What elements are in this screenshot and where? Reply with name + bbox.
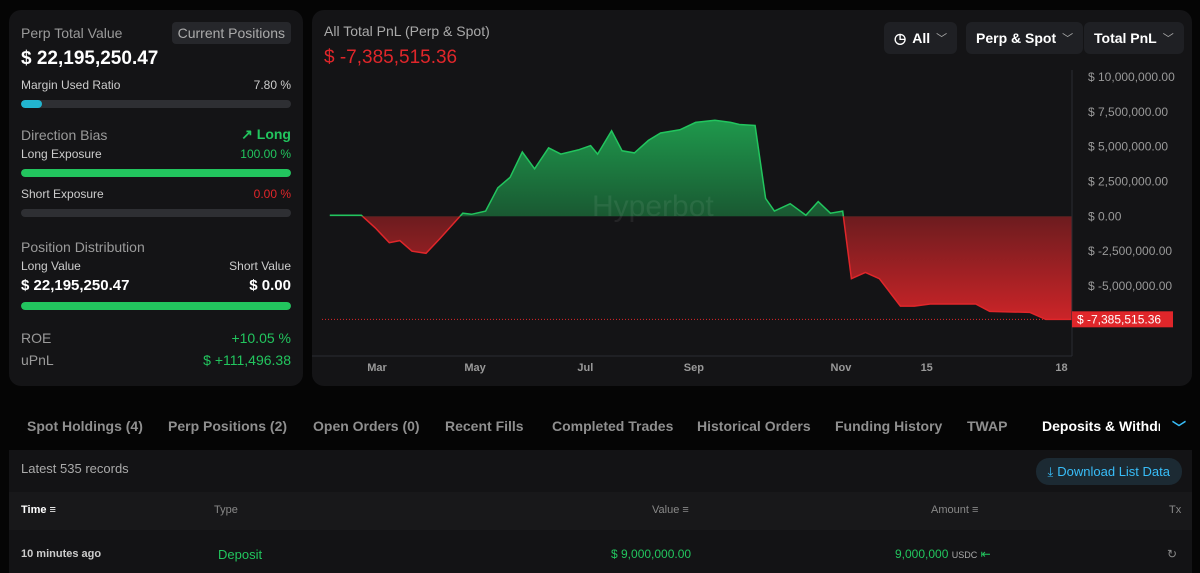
trend-up-icon: ↗ bbox=[241, 126, 257, 142]
distribution-bar bbox=[21, 302, 291, 310]
margin-label: Margin Used Ratio bbox=[21, 78, 121, 92]
x-tick-label: Sep bbox=[684, 362, 704, 374]
tab-4[interactable]: Completed Trades bbox=[552, 418, 673, 434]
column-time[interactable]: Time ≡ bbox=[21, 504, 56, 516]
short-exposure-label: Short Exposure bbox=[21, 187, 104, 201]
short-exposure-value: 0.00 % bbox=[253, 187, 291, 201]
long-value-label: Long Value bbox=[21, 259, 81, 273]
row-unit: USDC bbox=[951, 550, 978, 560]
y-tick-label: $ 7,500,000.00 bbox=[1088, 105, 1168, 119]
perp-total-label: Perp Total Value bbox=[21, 25, 123, 41]
last-value-label: $ -7,385,515.36 bbox=[1077, 312, 1161, 326]
pnl-area-chart[interactable]: Hyperbot $ 10,000,000.00 $ 7,500,000.00 $ 5… bbox=[312, 10, 1192, 386]
download-icon: ⤓ bbox=[1047, 463, 1054, 479]
row-amount: 9,000,000 bbox=[895, 547, 949, 561]
tab-bar: Spot Holdings (4) Perp Positions (2) Open … bbox=[0, 418, 1200, 442]
y-tick-label: $ -2,500,000.00 bbox=[1088, 244, 1172, 258]
roe-value: +10.05 % bbox=[231, 330, 291, 346]
tab-1[interactable]: Perp Positions (2) bbox=[168, 418, 287, 434]
y-tick-label: $ -5,000,000.00 bbox=[1088, 279, 1172, 293]
x-tick-label: Mar bbox=[367, 362, 387, 374]
long-exposure-bar bbox=[21, 169, 291, 177]
current-positions-button[interactable]: Current Positions bbox=[171, 22, 291, 44]
upnl-value: $ +111,496.38 bbox=[203, 352, 291, 368]
download-label: Download List Data bbox=[1057, 464, 1170, 479]
x-tick-label: May bbox=[464, 362, 486, 374]
column-type: Type bbox=[214, 504, 238, 516]
roe-label: ROE bbox=[21, 330, 52, 346]
pnl-chart-card: All Total PnL (Perp & Spot) $ -7,385,515… bbox=[312, 10, 1192, 386]
margin-bar bbox=[21, 100, 291, 108]
row-type: Deposit bbox=[218, 547, 263, 562]
download-button[interactable]: ⤓ Download List Data bbox=[1035, 458, 1182, 485]
short-exposure-bar bbox=[21, 209, 291, 217]
tab-6[interactable]: Funding History bbox=[835, 418, 942, 434]
column-tx: Tx bbox=[1169, 504, 1182, 516]
external-link-icon[interactable]: ↻ bbox=[1167, 547, 1177, 561]
direction-label: Direction Bias bbox=[21, 126, 108, 143]
upnl-label: uPnL bbox=[21, 352, 54, 368]
watermark: Hyperbot bbox=[592, 190, 714, 223]
tab-7[interactable]: TWAP bbox=[967, 418, 1007, 434]
x-tick-label: Jul bbox=[577, 362, 593, 374]
tab-8[interactable]: Deposits & Withdraw bbox=[1042, 418, 1160, 434]
tab-3[interactable]: Recent Fills bbox=[445, 418, 524, 434]
x-tick-label: 15 bbox=[921, 362, 933, 374]
distribution-label: Position Distribution bbox=[21, 239, 145, 255]
short-value-label: Short Value bbox=[229, 259, 291, 273]
x-tick-label: 18 bbox=[1055, 362, 1067, 374]
y-tick-label: $ 2,500,000.00 bbox=[1088, 175, 1168, 189]
short-value: $ 0.00 bbox=[249, 277, 291, 294]
row-time: 10 minutes ago bbox=[21, 548, 102, 560]
arrow-in-icon: ⇤ bbox=[980, 547, 991, 561]
tab-2[interactable]: Open Orders (0) bbox=[313, 418, 420, 434]
deposits-list: Latest 535 records ⤓ Download List Data T… bbox=[9, 450, 1192, 573]
column-amount[interactable]: Amount ≡ bbox=[931, 504, 978, 516]
perp-summary-card: Perp Total Value Current Positions $ 22,1… bbox=[9, 10, 303, 386]
margin-value: 7.80 % bbox=[253, 78, 291, 92]
records-count: Latest 535 records bbox=[21, 461, 129, 476]
long-exposure-value: 100.00 % bbox=[240, 147, 291, 161]
long-exposure-label: Long Exposure bbox=[21, 147, 102, 161]
y-tick-label: $ 10,000,000.00 bbox=[1088, 70, 1175, 84]
perp-total-value: $ 22,195,250.47 bbox=[21, 48, 159, 69]
row-value: $ 9,000,000.00 bbox=[611, 547, 692, 561]
long-value: $ 22,195,250.47 bbox=[21, 277, 130, 294]
column-value[interactable]: Value ≡ bbox=[652, 504, 689, 516]
y-tick-label: $ 0.00 bbox=[1088, 209, 1122, 223]
tab-0[interactable]: Spot Holdings (4) bbox=[27, 418, 143, 434]
direction-value: Long bbox=[256, 126, 291, 142]
tabs-more-chevron-icon[interactable]: ﹀ bbox=[1172, 418, 1186, 438]
tab-5[interactable]: Historical Orders bbox=[697, 418, 811, 434]
x-tick-label: Nov bbox=[831, 362, 853, 374]
y-tick-label: $ 5,000,000.00 bbox=[1088, 140, 1168, 154]
